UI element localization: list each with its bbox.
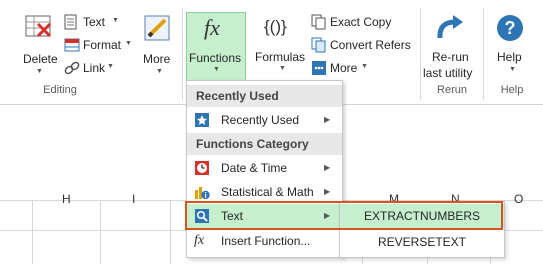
- editing-more-button[interactable]: More ▼: [140, 14, 178, 78]
- group-divider: [483, 8, 484, 100]
- format-label: Format: [83, 38, 122, 52]
- help-label: Help: [497, 50, 522, 64]
- exact-copy-label: Exact Copy: [330, 15, 392, 29]
- group-label-rerun: Rerun: [437, 84, 467, 96]
- delete-button[interactable]: Delete ▼: [20, 14, 60, 78]
- star-icon: [195, 113, 209, 127]
- functions-button[interactable]: fx Functions ▼: [186, 12, 246, 81]
- chevron-down-icon: ▼: [361, 63, 368, 70]
- link-icon: [64, 61, 80, 75]
- chevron-down-icon: ▼: [112, 17, 119, 24]
- copy-icon: [311, 14, 326, 30]
- menu-header-recently-used: Recently Used: [187, 85, 342, 107]
- column-header-o[interactable]: O: [514, 192, 523, 206]
- more-label: More: [330, 61, 358, 75]
- chevron-right-icon: ▶: [324, 115, 331, 124]
- clock-icon: [195, 161, 209, 175]
- chevron-down-icon: ▼: [213, 66, 220, 73]
- exact-copy-button[interactable]: Exact Copy: [311, 14, 411, 32]
- chart-info-icon: [195, 187, 210, 200]
- highlight-outline: [185, 201, 503, 230]
- functions-label: Functions: [189, 51, 242, 65]
- delete-label: Delete: [23, 52, 58, 66]
- menu-item-label: Insert Function...: [221, 234, 311, 248]
- column-line: [100, 200, 101, 264]
- fx-icon: fx: [194, 233, 205, 248]
- rerun-arrow-icon: [437, 15, 463, 39]
- rerun-label-line1: Re-run: [432, 50, 469, 64]
- help-icon-glyph: ?: [504, 18, 516, 38]
- help-button[interactable]: ? Help ▼: [489, 12, 533, 82]
- group-divider: [182, 8, 183, 100]
- formulas-label: Formulas: [255, 50, 306, 64]
- group-label-help: Help: [500, 84, 524, 96]
- text-doc-icon: [64, 14, 77, 30]
- column-line: [32, 200, 33, 264]
- menu-header-functions-category: Functions Category: [187, 133, 342, 155]
- edit-pencil-icon: [144, 15, 170, 41]
- column-header-h[interactable]: H: [62, 192, 71, 206]
- menu-item-date-time[interactable]: Date & Time ▶: [187, 156, 342, 180]
- group-divider: [420, 8, 421, 100]
- braces-icon: {()}: [264, 17, 287, 36]
- formula-more-button[interactable]: More ▼: [311, 60, 375, 78]
- chevron-right-icon: ▶: [324, 163, 331, 172]
- text-button[interactable]: Text ▼: [64, 14, 128, 32]
- link-button[interactable]: Link ▼: [64, 60, 128, 78]
- format-icon: [64, 38, 80, 52]
- more-label: More: [143, 52, 171, 66]
- formulas-button[interactable]: {()} Formulas ▼: [252, 12, 308, 79]
- group-label-editing: Editing: [43, 84, 77, 96]
- more-dots-icon: [312, 61, 326, 75]
- chevron-down-icon: ▼: [36, 68, 43, 75]
- menu-item-recently-used[interactable]: Recently Used ▶: [187, 108, 342, 132]
- help-icon: ?: [497, 15, 523, 41]
- rerun-last-utility-button[interactable]: Re-run last utility: [422, 12, 478, 82]
- column-line: [170, 200, 171, 264]
- fx-icon: fx: [204, 15, 220, 40]
- convert-refers-button[interactable]: Convert Refers: [311, 37, 421, 55]
- chevron-down-icon: ▼: [509, 66, 516, 73]
- rerun-label-line2: last utility: [423, 66, 473, 80]
- format-button[interactable]: Format ▼: [64, 37, 136, 55]
- link-label: Link: [83, 61, 106, 75]
- text-label: Text: [83, 15, 106, 29]
- delete-icon: [25, 15, 52, 38]
- functions-dropdown-menu: Recently Used Recently Used ▶ Functions …: [186, 80, 343, 258]
- chevron-down-icon: ▼: [125, 40, 132, 47]
- chevron-down-icon: ▼: [107, 63, 114, 70]
- chevron-down-icon: ▼: [279, 65, 286, 72]
- column-header-i[interactable]: I: [132, 192, 135, 206]
- convert-icon: [311, 37, 326, 53]
- submenu-item-reversetext[interactable]: REVERSETEXT: [340, 230, 504, 254]
- convert-refers-label: Convert Refers: [330, 38, 411, 52]
- menu-item-label: Recently Used: [221, 113, 300, 127]
- menu-item-label: Date & Time: [221, 161, 288, 175]
- chevron-down-icon: ▼: [156, 68, 163, 75]
- menu-item-insert-function[interactable]: fx Insert Function...: [187, 229, 342, 253]
